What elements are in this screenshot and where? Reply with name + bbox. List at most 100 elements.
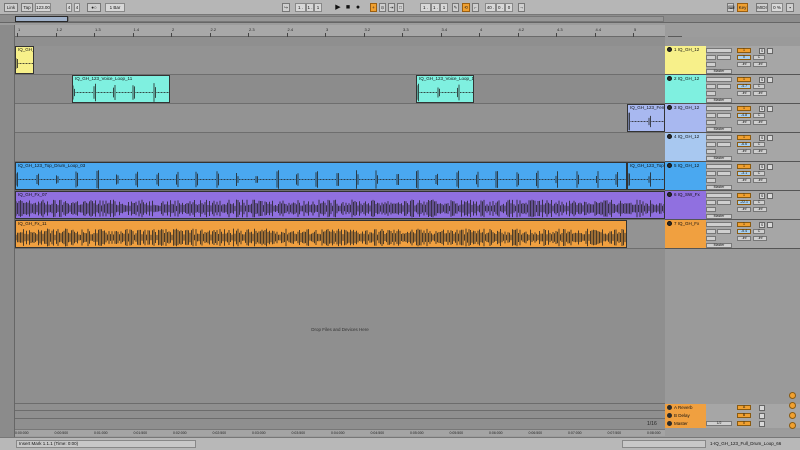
solo-button[interactable]: S <box>759 222 765 228</box>
monitor-auto-button[interactable] <box>717 55 731 60</box>
monitor-in-button[interactable] <box>706 142 716 147</box>
position-beats[interactable]: 1 . <box>306 3 314 12</box>
return-letter-button[interactable]: A <box>737 405 751 410</box>
loop-switch[interactable]: ⟲ <box>462 3 470 12</box>
track-header[interactable]: 4 IQ_GH_12 1 S -6.6 C -inf -inf Master <box>665 133 800 162</box>
track-header[interactable]: 2 IQ_GH_12 1 S -4.7 C -inf -inf Master <box>665 75 800 104</box>
track-lane[interactable]: IQ_GH_123_Fem <box>15 104 665 133</box>
arm-button[interactable] <box>767 77 773 83</box>
arm-button[interactable] <box>767 193 773 199</box>
time-sig-denominator[interactable]: 4 <box>74 3 80 12</box>
track-lane[interactable]: IQ_GH_123_Top_Drum_Loop_03 IQ_GH_123_Top <box>15 162 665 191</box>
loop-length-bars[interactable]: 40 . <box>485 3 496 12</box>
overview-visible-region[interactable] <box>15 16 68 22</box>
monitor-off-button[interactable] <box>706 62 716 67</box>
monitor-off-button[interactable] <box>706 178 716 183</box>
monitor-off-button[interactable] <box>706 207 716 212</box>
send-b-field[interactable]: -inf <box>753 62 767 67</box>
return-name[interactable]: B Delay <box>674 413 690 418</box>
track-activator-icon[interactable] <box>667 163 672 168</box>
track-name[interactable]: 6 IQ_SW_Fx <box>674 192 700 197</box>
volume-field[interactable]: -4.8 <box>737 113 751 118</box>
track-number-button[interactable]: 1 <box>737 106 751 111</box>
output-routing-menu[interactable]: Master <box>706 185 732 190</box>
track-header[interactable]: 7 IQ_GH_Fx 1 S -5.4 C -inf -inf Master <box>665 220 800 249</box>
output-routing-menu[interactable]: Master <box>706 243 732 248</box>
volume-field[interactable]: -22.1 <box>737 200 751 205</box>
send-b-field[interactable]: -inf <box>753 178 767 183</box>
audio-clip[interactable]: IQ_GH_123_Top_Drum_Loop_03 <box>15 162 627 190</box>
metronome-button[interactable]: ●○ <box>87 3 101 12</box>
monitor-auto-button[interactable] <box>717 113 731 118</box>
loop-length-beats[interactable]: 0 . <box>496 3 505 12</box>
return-lane-a[interactable] <box>15 403 665 411</box>
track-name[interactable]: 7 IQ_GH_Fx <box>674 221 699 226</box>
solo-button[interactable]: S <box>759 77 765 83</box>
monitor-in-button[interactable] <box>706 229 716 234</box>
track-name[interactable]: 4 IQ_GH_12 <box>674 134 699 139</box>
monitor-auto-button[interactable] <box>717 84 731 89</box>
quantize-menu[interactable]: 1 Bar <box>105 3 125 12</box>
time-sig-numerator[interactable]: 4 <box>66 3 72 12</box>
audio-clip[interactable]: IQ_GH_Fx_07 <box>15 191 665 219</box>
monitor-auto-button[interactable] <box>717 229 731 234</box>
browser-toggle-icon[interactable] <box>789 392 796 399</box>
solo-button[interactable]: S <box>759 48 765 54</box>
monitor-off-button[interactable] <box>706 91 716 96</box>
midi-map-button[interactable]: MIDI <box>756 3 768 12</box>
send-a-field[interactable]: -inf <box>737 178 751 183</box>
loop-length-sixteenths[interactable]: 0 <box>505 3 513 12</box>
return-name[interactable]: A Reverb <box>674 405 693 410</box>
return-activator-icon[interactable] <box>667 413 672 418</box>
overdub-button[interactable]: + <box>370 3 377 12</box>
input-type-menu[interactable] <box>706 106 732 111</box>
re-enable-automation-button[interactable]: ⇥ <box>388 3 395 12</box>
pan-field[interactable]: C <box>753 142 765 147</box>
key-map-button[interactable]: Key <box>737 3 748 12</box>
track-lane[interactable] <box>15 133 665 162</box>
return-solo-button[interactable] <box>759 405 765 411</box>
follow-button[interactable]: ↪ <box>282 3 290 12</box>
track-activator-icon[interactable] <box>667 192 672 197</box>
send-b-field[interactable]: -inf <box>753 207 767 212</box>
audio-clip[interactable]: IQ_GH_Fx_11 <box>15 220 627 248</box>
input-type-menu[interactable] <box>706 193 732 198</box>
audio-clip[interactable]: IQ_GH_123_Voice_Loop_11 <box>72 75 170 103</box>
track-name[interactable]: 2 IQ_GH_12 <box>674 76 699 81</box>
arm-button[interactable] <box>767 222 773 228</box>
track-number-button[interactable]: 1 <box>737 77 751 82</box>
track-header[interactable]: 3 IQ_GH_12 1 S -4.8 C -inf -inf Master <box>665 104 800 133</box>
input-type-menu[interactable] <box>706 164 732 169</box>
monitor-off-button[interactable] <box>706 120 716 125</box>
capture-button[interactable]: □ <box>397 3 404 12</box>
return-letter-button[interactable]: B <box>737 413 751 418</box>
track-number-button[interactable]: 1 <box>737 164 751 169</box>
track-header[interactable]: 1 IQ_GH_12 1 S 0 C -inf -inf Master <box>665 46 800 75</box>
volume-field[interactable]: 0 <box>737 55 751 60</box>
track-lane[interactable]: IQ_GH_Fx_07 <box>15 191 665 220</box>
send-a-field[interactable]: -inf <box>737 62 751 67</box>
track-number-button[interactable]: 1 <box>737 48 751 53</box>
audio-clip[interactable]: IQ_GH_123_Fem <box>627 104 665 132</box>
input-type-menu[interactable] <box>706 77 732 82</box>
send-b-field[interactable]: -inf <box>753 120 767 125</box>
track-header[interactable]: 5 IQ_GH_12 1 S -3.1 C -inf -inf Master <box>665 162 800 191</box>
send-b-field[interactable]: -inf <box>753 236 767 241</box>
mixer-toggle-icon[interactable] <box>789 402 796 409</box>
computer-midi-keyboard-button[interactable]: ⌨ <box>727 3 735 12</box>
send-b-field[interactable]: -inf <box>753 91 767 96</box>
pan-field[interactable]: C <box>753 113 765 118</box>
return-track[interactable]: Master 1/2 0 <box>665 420 800 428</box>
position-bars[interactable]: 1 . <box>295 3 306 12</box>
arm-button[interactable] <box>767 135 773 141</box>
track-name[interactable]: 3 IQ_GH_12 <box>674 105 699 110</box>
output-routing-menu[interactable]: Master <box>706 156 732 161</box>
time-ruler[interactable]: 0:00:000 0:00:500 0:01:000 0:01:500 0:02:000… <box>15 429 665 436</box>
send-b-field[interactable]: -inf <box>753 149 767 154</box>
output-routing-menu[interactable]: Master <box>706 214 732 219</box>
monitor-off-button[interactable] <box>706 236 716 241</box>
track-number-button[interactable]: 1 <box>737 193 751 198</box>
monitor-in-button[interactable] <box>706 55 716 60</box>
return-letter-button[interactable]: 0 <box>737 421 751 426</box>
return-solo-button[interactable] <box>759 421 765 427</box>
